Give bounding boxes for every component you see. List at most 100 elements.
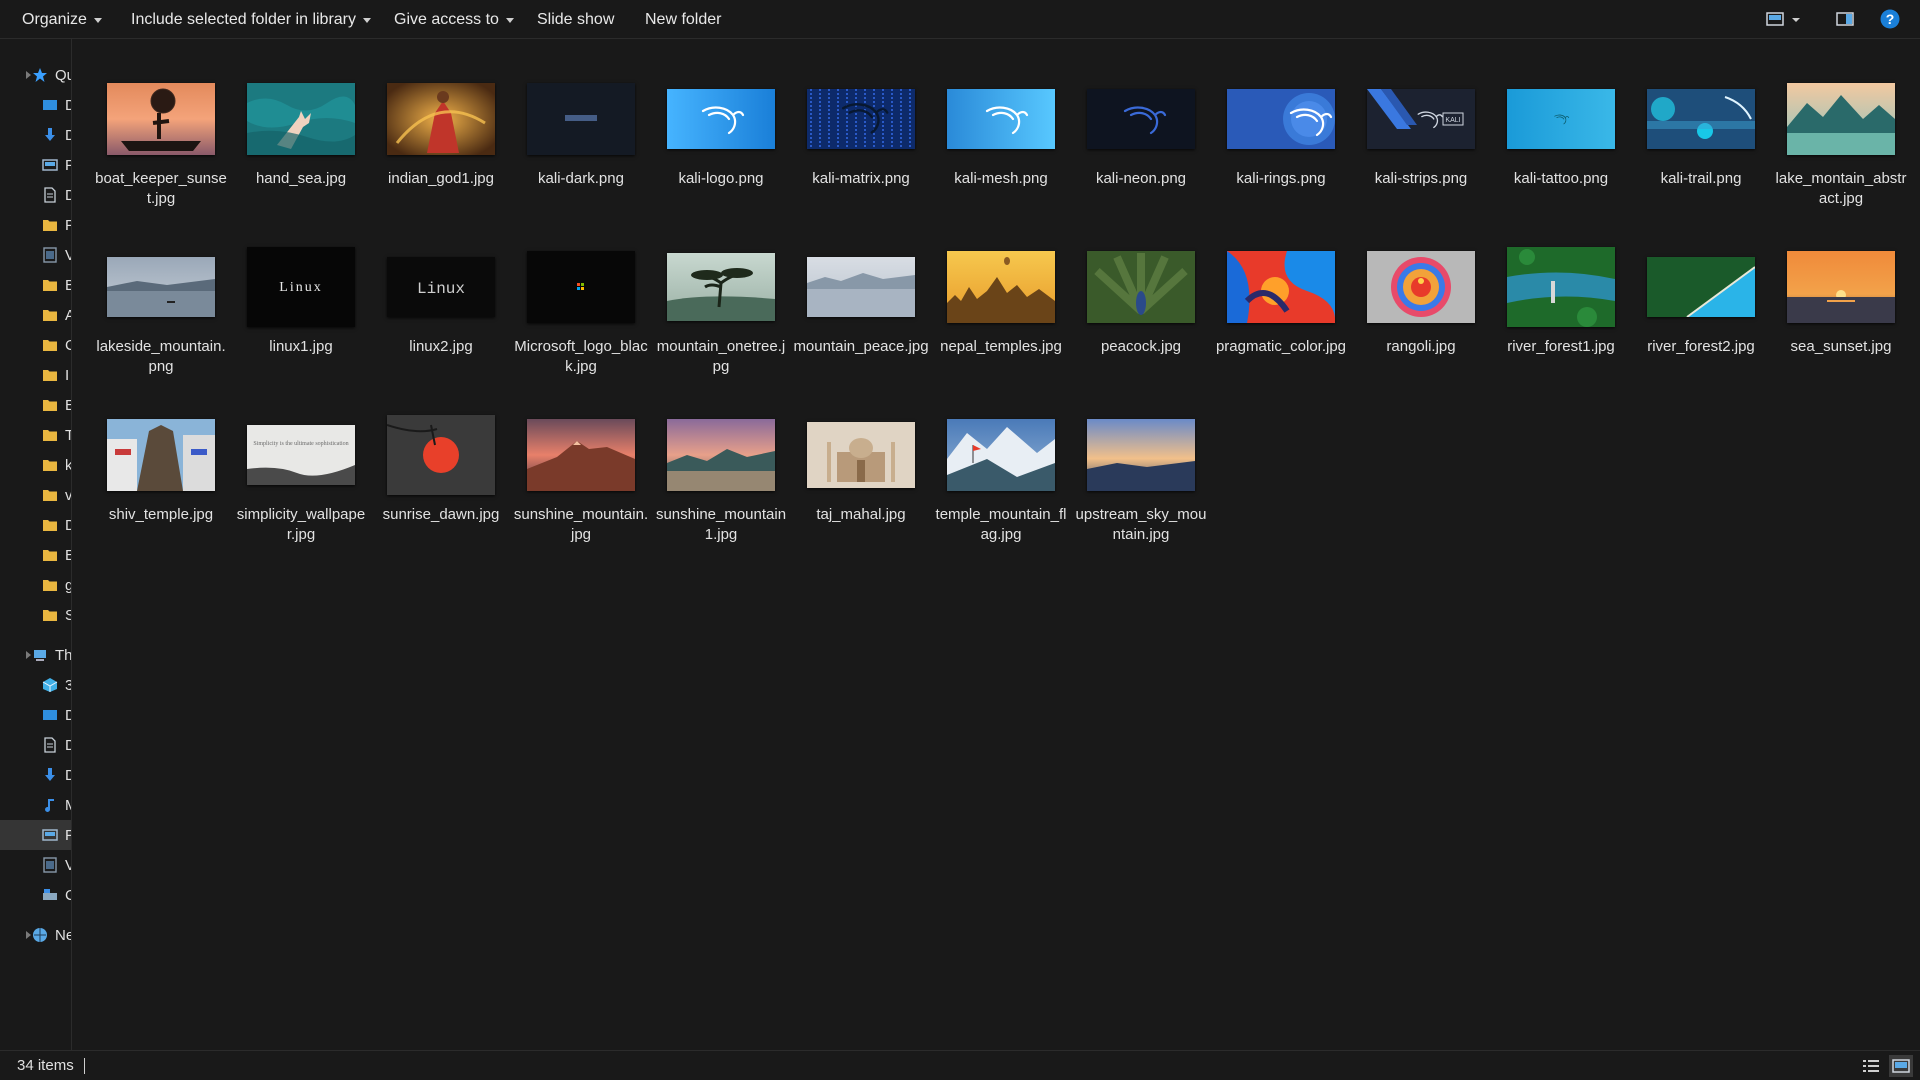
- file-thumbnail: [1367, 251, 1475, 323]
- nav-item[interactable]: k: [0, 450, 71, 480]
- file-name: kali-logo.png: [678, 170, 764, 187]
- nav-item[interactable]: B: [0, 270, 71, 300]
- file-thumbnail-container: [1633, 69, 1769, 169]
- video-icon: [43, 247, 57, 263]
- nav-item-label: A: [65, 307, 71, 324]
- file-thumbnail-container: Simplicity is the ultimate sophisticatio…: [233, 405, 369, 505]
- nav-item-label: D: [65, 767, 71, 784]
- folder-icon: [43, 400, 57, 411]
- chevron-right-icon[interactable]: [26, 651, 31, 659]
- nav-item-label: V: [65, 247, 71, 264]
- file-thumbnail: [387, 83, 495, 155]
- nav-item-label: Ne: [55, 926, 71, 944]
- nav-item[interactable]: D: [0, 700, 71, 730]
- file-thumbnail: [1087, 251, 1195, 323]
- document-icon: [44, 737, 56, 753]
- file-thumbnail-container: [793, 69, 929, 169]
- nav-item[interactable]: C: [0, 880, 71, 910]
- folder-icon: [43, 280, 57, 291]
- file-thumbnail: [1507, 89, 1615, 149]
- file-thumbnail-container: [93, 69, 229, 169]
- file-thumbnail: [527, 419, 635, 491]
- network-icon: [33, 928, 47, 942]
- give-access-button[interactable]: Give access to: [394, 0, 514, 39]
- nav-item[interactable]: Ne: [0, 920, 71, 950]
- nav-item[interactable]: P: [0, 150, 71, 180]
- desktop-icon: [43, 710, 57, 720]
- file-thumbnail-container: [1353, 237, 1489, 337]
- new-folder-button[interactable]: New folder: [645, 0, 721, 39]
- file-view: boat_keeper_sunset.jpg hand_sea.jpg indian…: [72, 39, 1920, 1050]
- include-in-library-button[interactable]: Include selected folder in library: [131, 0, 372, 39]
- nav-item[interactable]: g: [0, 570, 71, 600]
- nav-item-label: Th: [55, 646, 72, 664]
- file-name: kali-neon.png: [1095, 170, 1187, 187]
- file-name: kali-dark.png: [538, 170, 624, 187]
- nav-item[interactable]: E: [0, 390, 71, 420]
- nav-item[interactable]: V: [0, 850, 71, 880]
- file-thumbnail-container: [1773, 237, 1909, 337]
- nav-item[interactable]: V: [0, 240, 71, 270]
- file-thumbnail: KALI: [1367, 89, 1475, 149]
- file-thumbnail-container: [933, 405, 1069, 505]
- change-view-button[interactable]: [1766, 10, 1802, 33]
- large-icons-view-button[interactable]: [1889, 1055, 1913, 1077]
- folder-icon: [43, 520, 57, 531]
- file-name: nepal_temples.jpg: [940, 338, 1062, 355]
- file-name: taj_mahal.jpg: [816, 506, 906, 523]
- file-thumbnail-container: [1493, 69, 1629, 169]
- file-thumbnail: [667, 89, 775, 149]
- large-icons-view-icon: [1892, 1059, 1910, 1073]
- chevron-down-icon: [93, 18, 102, 23]
- file-thumbnail: [107, 83, 215, 155]
- nav-item-label: P: [65, 157, 71, 174]
- file-name: lake_montain_abstract.jpg: [1775, 170, 1907, 207]
- file-thumbnail: [1787, 251, 1895, 323]
- slide-show-button[interactable]: Slide show: [537, 0, 614, 39]
- file-name: mountain_peace.jpg: [793, 338, 929, 355]
- file-thumbnail: [807, 257, 915, 317]
- nav-item[interactable]: C: [0, 330, 71, 360]
- nav-item[interactable]: M: [0, 790, 71, 820]
- nav-item[interactable]: 3: [0, 670, 71, 700]
- pictures-icon: [42, 159, 58, 171]
- nav-item[interactable]: T: [0, 420, 71, 450]
- file-thumbnail-container: [513, 69, 649, 169]
- nav-item[interactable]: D: [0, 120, 71, 150]
- nav-item[interactable]: A: [0, 300, 71, 330]
- help-button[interactable]: ?: [1880, 9, 1900, 34]
- navigation-pane: QuDDPDPVBACIETkvDEgSTh3DDDMPVCNe: [0, 39, 72, 1050]
- nav-item-label: V: [65, 857, 71, 874]
- nav-item-label: P: [65, 217, 71, 234]
- nav-item[interactable]: S: [0, 600, 71, 630]
- nav-item[interactable]: P: [0, 820, 71, 850]
- nav-item[interactable]: v: [0, 480, 71, 510]
- nav-item-label: C: [65, 887, 71, 904]
- file-thumbnail-container: [233, 69, 369, 169]
- nav-item-label: C: [65, 337, 71, 354]
- nav-item[interactable]: D: [0, 510, 71, 540]
- nav-item[interactable]: D: [0, 90, 71, 120]
- nav-item[interactable]: D: [0, 730, 71, 760]
- nav-item[interactable]: D: [0, 760, 71, 790]
- file-thumbnail-container: [653, 69, 789, 169]
- preview-pane-button[interactable]: [1836, 10, 1854, 33]
- nav-item[interactable]: Th: [0, 640, 72, 670]
- nav-item[interactable]: I: [0, 360, 71, 390]
- file-name: boat_keeper_sunset.jpg: [95, 170, 227, 207]
- folder-icon: [43, 580, 57, 591]
- nav-item[interactable]: E: [0, 540, 71, 570]
- nav-item[interactable]: Qu: [0, 60, 71, 90]
- details-view-button[interactable]: [1862, 1057, 1880, 1080]
- nav-item[interactable]: D: [0, 180, 71, 210]
- organize-button[interactable]: Organize: [22, 0, 102, 39]
- nav-item[interactable]: P: [0, 210, 71, 240]
- download-icon: [45, 128, 55, 141]
- file-thumbnail-container: KALI: [1353, 69, 1489, 169]
- file-thumbnail: [107, 419, 215, 491]
- file-thumbnail-container: [653, 237, 789, 337]
- chevron-right-icon[interactable]: [26, 931, 31, 939]
- chevron-right-icon[interactable]: [26, 71, 31, 79]
- folder-icon: [43, 490, 57, 501]
- cube-icon: [42, 678, 58, 692]
